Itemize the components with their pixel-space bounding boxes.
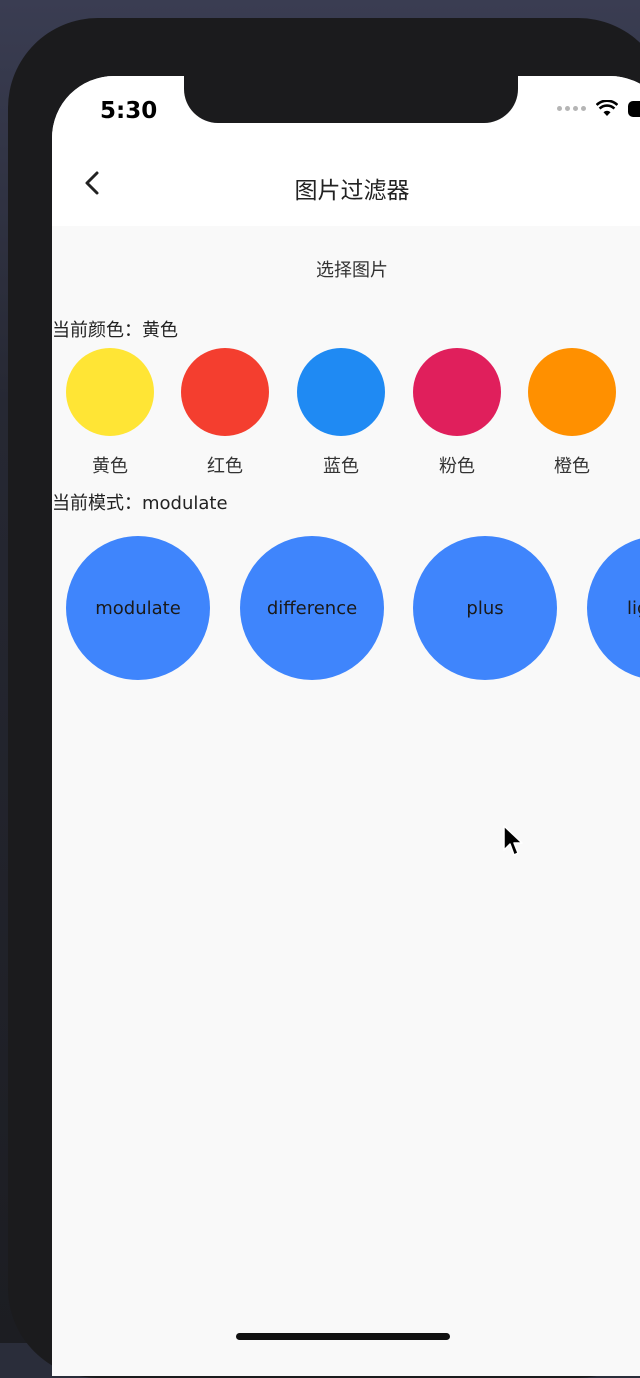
battery-icon [628,100,640,117]
phone-frame: 5:30 图片过滤器 选择图片 当前颜色：黄色 黄色 红色 蓝色 粉色 橙色 当… [8,18,640,1378]
select-image-button[interactable]: 选择图片 [52,256,640,282]
current-color-prefix: 当前颜色： [52,320,142,341]
color-swatch-yellow[interactable] [66,348,154,436]
mode-button-lighten[interactable]: lig [587,536,640,680]
mode-button-modulate[interactable]: modulate [66,536,210,680]
current-mode-label: 当前模式：modulate [52,489,228,515]
current-mode-value: modulate [142,493,228,514]
color-swatch-orange[interactable] [528,348,616,436]
page-title: 图片过滤器 [294,178,410,204]
color-label-red: 红色 [207,456,243,477]
current-color-label: 当前颜色：黄色 [52,316,178,342]
mode-button-difference[interactable]: difference [240,536,384,680]
home-indicator [236,1333,450,1340]
current-color-value: 黄色 [142,320,178,341]
wifi-icon [596,100,618,116]
color-label-blue: 蓝色 [323,456,359,477]
color-swatch-blue[interactable] [297,348,385,436]
color-label-orange: 橙色 [554,456,590,477]
status-time: 5:30 [100,98,158,124]
status-icons [557,100,640,117]
app-header: 5:30 图片过滤器 [52,76,640,226]
mode-button-plus[interactable]: plus [413,536,557,680]
color-swatch-red[interactable] [181,348,269,436]
color-label-pink: 粉色 [439,456,475,477]
color-swatch-pink[interactable] [413,348,501,436]
phone-notch [184,76,518,123]
current-mode-prefix: 当前模式： [52,493,142,514]
signal-icon [557,106,586,111]
phone-screen: 5:30 图片过滤器 选择图片 当前颜色：黄色 黄色 红色 蓝色 粉色 橙色 当… [52,76,640,1376]
mouse-pointer-icon [503,825,523,856]
color-label-yellow: 黄色 [92,456,128,477]
